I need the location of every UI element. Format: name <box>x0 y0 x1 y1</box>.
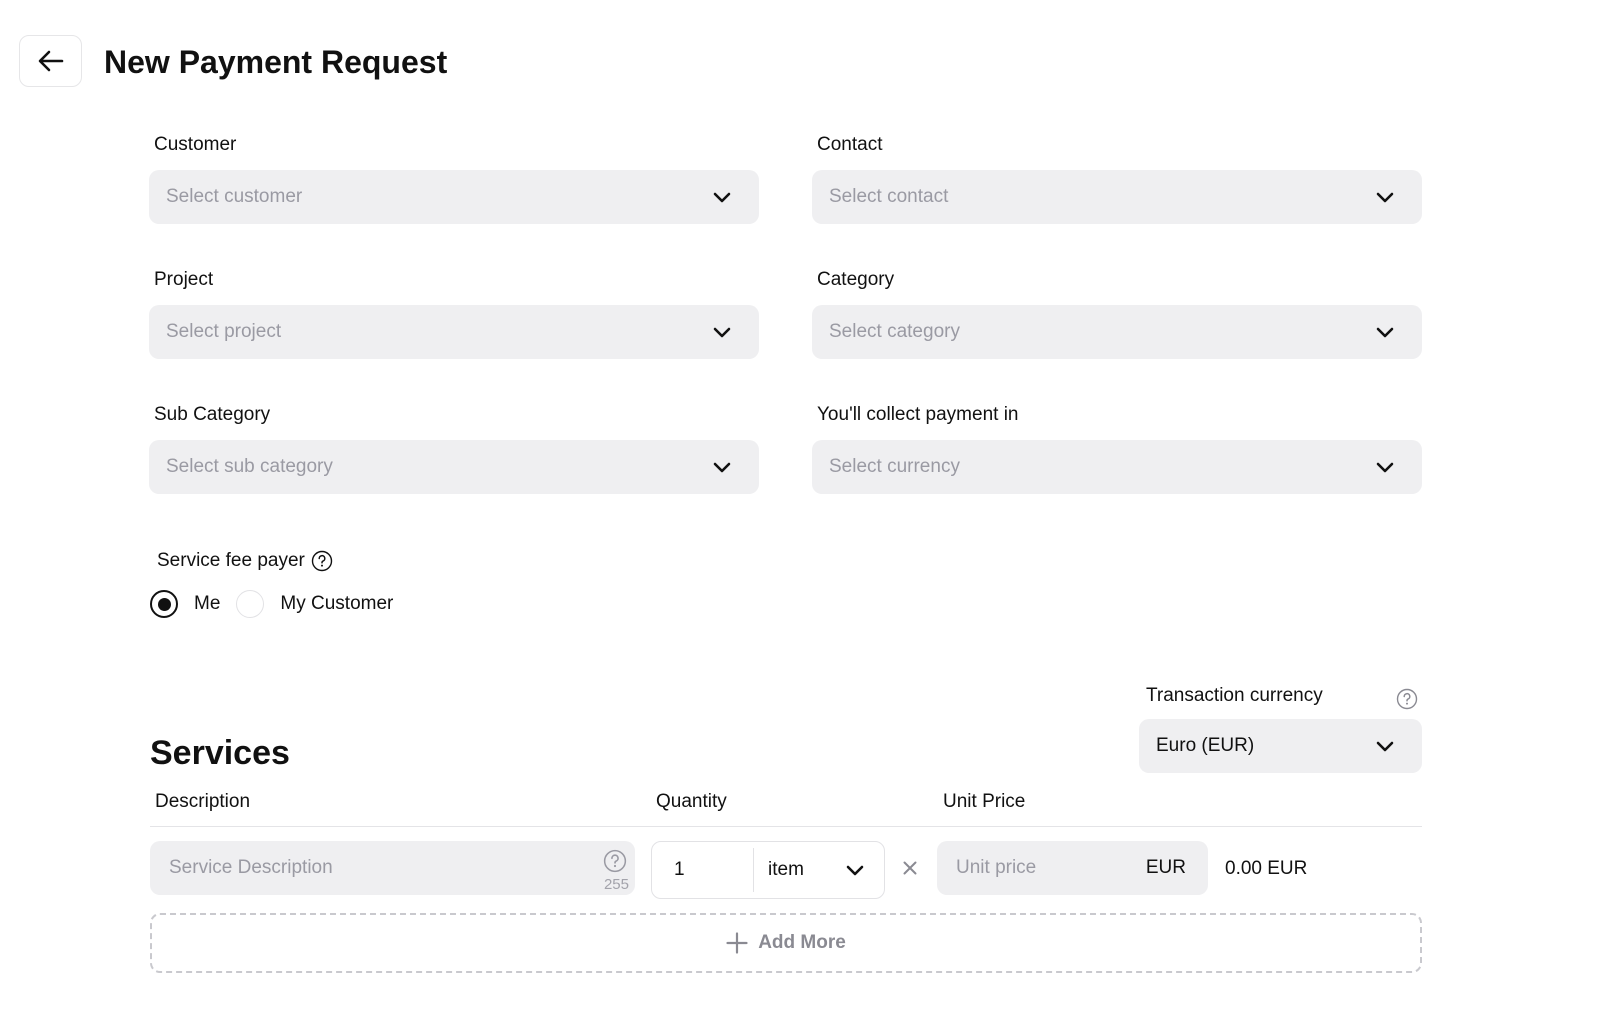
unit-select[interactable]: item <box>754 859 884 881</box>
plus-icon <box>726 932 748 954</box>
service-fee-label-text: Service fee payer <box>157 550 305 571</box>
customer-select[interactable]: Select customer <box>149 170 759 224</box>
collect-currency-field: You'll collect payment in Select currenc… <box>812 403 1422 494</box>
transaction-currency-value: Euro (EUR) <box>1156 735 1255 756</box>
service-description-field: 255 <box>150 841 635 895</box>
quantity-field: item <box>651 841 885 899</box>
help-icon[interactable] <box>603 849 627 873</box>
column-quantity: Quantity <box>656 791 727 812</box>
category-label: Category <box>817 269 895 290</box>
line-total: 0.00 EUR <box>1225 858 1308 879</box>
category-select[interactable]: Select category <box>812 305 1422 359</box>
radio-me[interactable] <box>150 590 178 618</box>
service-description-input[interactable] <box>167 856 567 880</box>
contact-select[interactable]: Select contact <box>812 170 1422 224</box>
project-select[interactable]: Select project <box>149 305 759 359</box>
service-fee-label: Service fee payer <box>157 549 333 573</box>
service-fee-radio-group: Me My Customer <box>150 590 409 618</box>
chevron-down-icon <box>846 865 864 875</box>
services-title: Services <box>150 734 290 772</box>
chevron-down-icon <box>713 462 731 472</box>
transaction-currency-select[interactable]: Euro (EUR) <box>1139 719 1422 773</box>
chevron-down-icon <box>1376 327 1394 337</box>
unit-price-currency: EUR <box>1145 857 1186 878</box>
help-icon[interactable] <box>1396 688 1418 710</box>
add-more-button[interactable]: Add More <box>150 913 1422 973</box>
sub-category-placeholder: Select sub category <box>166 456 333 477</box>
chevron-down-icon <box>713 327 731 337</box>
project-placeholder: Select project <box>166 321 282 342</box>
category-placeholder: Select category <box>829 321 960 342</box>
column-description: Description <box>155 791 251 812</box>
collect-currency-placeholder: Select currency <box>829 456 960 477</box>
transaction-currency-label: Transaction currency <box>1146 685 1323 706</box>
customer-placeholder: Select customer <box>166 186 303 207</box>
quantity-input[interactable] <box>652 848 754 892</box>
category-field: Category Select category <box>812 268 1422 359</box>
sub-category-select[interactable]: Select sub category <box>149 440 759 494</box>
transaction-currency-field: Euro (EUR) <box>1139 719 1422 773</box>
help-icon[interactable] <box>311 550 333 572</box>
project-field: Project Select project <box>149 268 759 359</box>
unit-price-input[interactable] <box>954 856 1114 880</box>
back-button[interactable] <box>19 35 82 87</box>
contact-placeholder: Select contact <box>829 186 949 207</box>
radio-me-label[interactable]: Me <box>194 593 220 615</box>
times-icon <box>903 861 917 875</box>
contact-field: Contact Select contact <box>812 133 1422 224</box>
customer-label: Customer <box>154 134 237 155</box>
chevron-down-icon <box>1376 192 1394 202</box>
chevron-down-icon <box>1376 462 1394 472</box>
chevron-down-icon <box>713 192 731 202</box>
chevron-down-icon <box>1376 741 1394 751</box>
customer-field: Customer Select customer <box>149 133 759 224</box>
project-label: Project <box>154 269 214 290</box>
collect-currency-label: You'll collect payment in <box>817 404 1019 425</box>
services-divider <box>150 826 1422 827</box>
arrow-left-icon <box>38 50 63 72</box>
collect-currency-select[interactable]: Select currency <box>812 440 1422 494</box>
char-count: 255 <box>603 876 629 893</box>
column-unit-price: Unit Price <box>943 791 1026 812</box>
radio-selected-dot <box>157 597 171 611</box>
unit-price-field: EUR <box>937 841 1208 895</box>
radio-my-customer[interactable] <box>236 590 265 618</box>
radio-my-customer-label[interactable]: My Customer <box>280 593 393 615</box>
contact-label: Contact <box>817 134 883 155</box>
page-title: New Payment Request <box>104 44 448 80</box>
sub-category-field: Sub Category Select sub category <box>149 403 759 494</box>
unit-value: item <box>768 859 804 880</box>
add-more-label: Add More <box>758 932 846 953</box>
sub-category-label: Sub Category <box>154 404 271 425</box>
